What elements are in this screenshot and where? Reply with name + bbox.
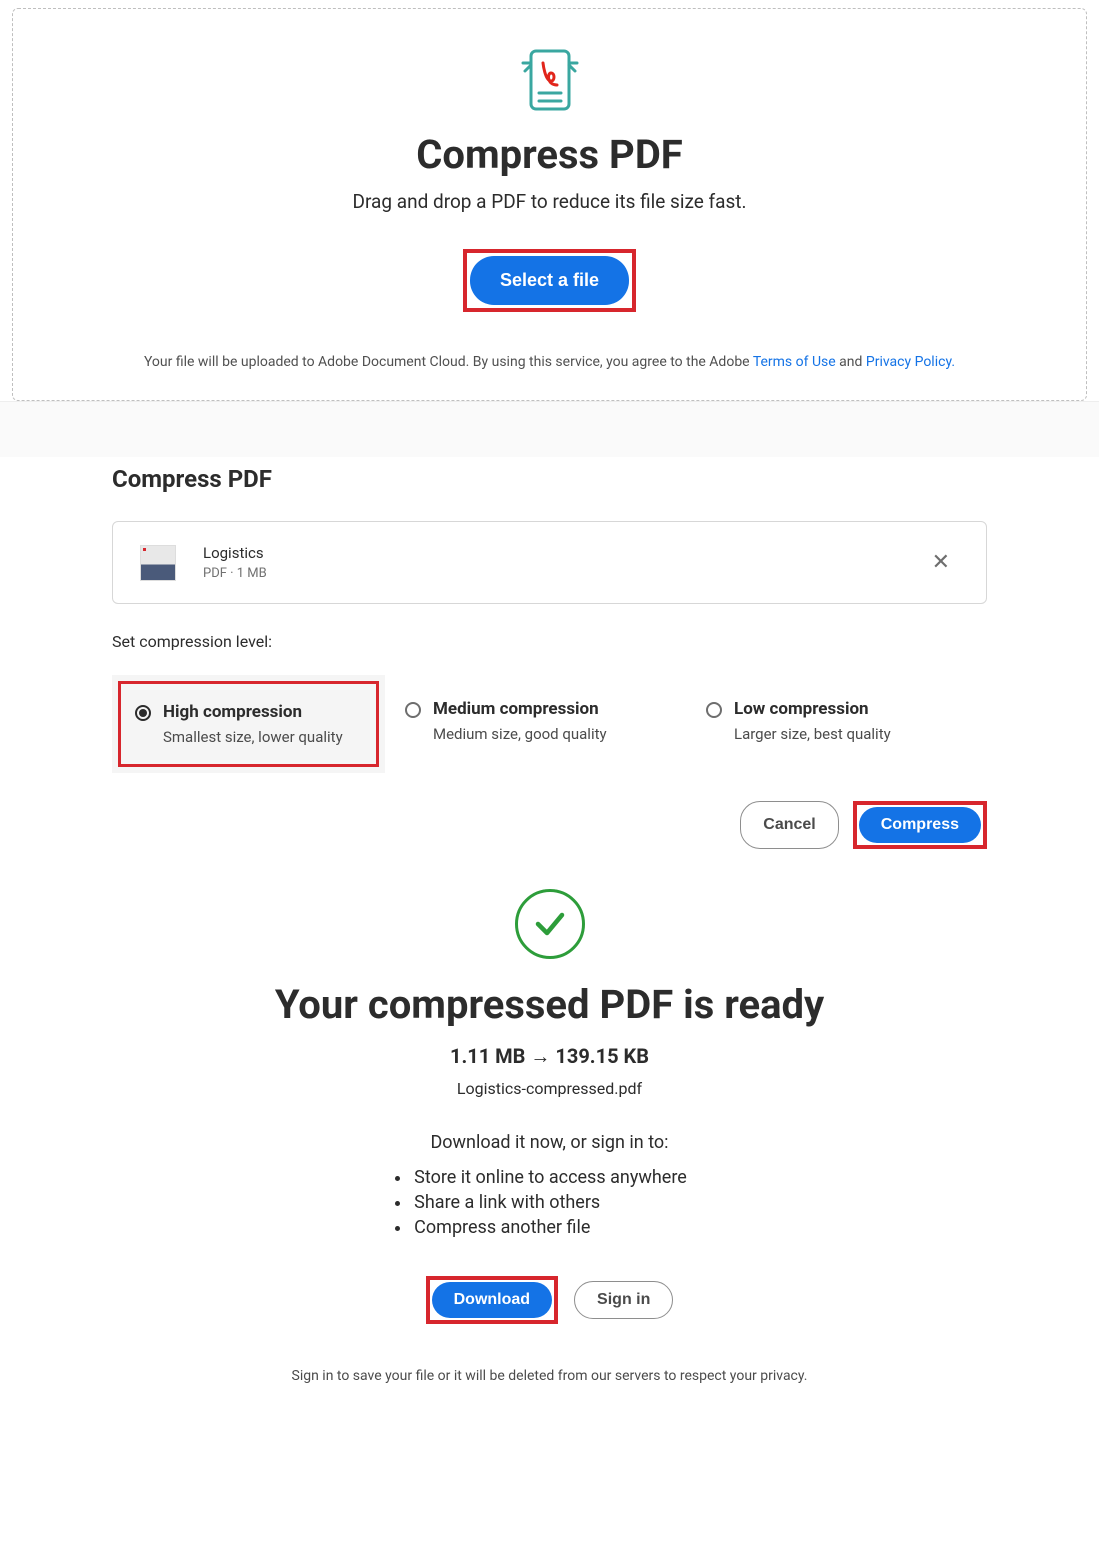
compress-button[interactable]: Compress bbox=[859, 807, 981, 843]
radio-icon bbox=[135, 705, 151, 721]
sign-in-button[interactable]: Sign in bbox=[574, 1281, 673, 1319]
radio-icon bbox=[405, 702, 421, 718]
file-name: Logistics bbox=[203, 544, 267, 562]
section-divider bbox=[0, 401, 1099, 457]
download-button[interactable]: Download bbox=[432, 1282, 552, 1318]
result-heading: Your compressed PDF is ready bbox=[60, 981, 1039, 1028]
option-high-compression[interactable]: High compression Smallest size, lower qu… bbox=[112, 675, 385, 773]
select-file-highlight: Select a file bbox=[463, 249, 636, 312]
legal-text: Your file will be uploaded to Adobe Docu… bbox=[33, 354, 1066, 370]
legal-prefix: Your file will be uploaded to Adobe Docu… bbox=[144, 354, 753, 370]
option-medium-compression[interactable]: Medium compression Medium size, good qua… bbox=[385, 675, 686, 773]
benefit-list: Store it online to access anywhere Share… bbox=[412, 1163, 687, 1242]
compression-level-label: Set compression level: bbox=[112, 632, 987, 651]
radio-icon bbox=[706, 702, 722, 718]
compress-button-highlight: Compress bbox=[853, 801, 987, 849]
legal-and: and bbox=[836, 354, 866, 370]
dropzone-title: Compress PDF bbox=[33, 131, 1066, 178]
privacy-policy-link[interactable]: Privacy Policy. bbox=[866, 354, 955, 370]
option-title: Medium compression bbox=[433, 699, 607, 719]
select-file-button[interactable]: Select a file bbox=[470, 256, 629, 305]
option-low-compression[interactable]: Low compression Larger size, best qualit… bbox=[686, 675, 987, 773]
dropzone-subtitle: Drag and drop a PDF to reduce its file s… bbox=[33, 190, 1066, 213]
dropzone-panel[interactable]: Compress PDF Drag and drop a PDF to redu… bbox=[12, 8, 1087, 401]
success-check-icon bbox=[515, 889, 585, 959]
list-item: Compress another file bbox=[412, 1217, 687, 1238]
terms-of-use-link[interactable]: Terms of Use bbox=[753, 354, 836, 370]
file-meta: PDF · 1 MB bbox=[203, 566, 267, 581]
settings-panel: Compress PDF Logistics PDF · 1 MB ✕ Set … bbox=[0, 457, 1099, 849]
list-item: Store it online to access anywhere bbox=[412, 1167, 687, 1188]
settings-heading: Compress PDF bbox=[112, 457, 987, 493]
cancel-button[interactable]: Cancel bbox=[740, 801, 838, 849]
remove-file-button[interactable]: ✕ bbox=[924, 546, 958, 579]
result-actions: Download Sign in bbox=[60, 1276, 1039, 1324]
compression-options: High compression Smallest size, lower qu… bbox=[112, 675, 987, 773]
result-panel: Your compressed PDF is ready 1.11 MB → 1… bbox=[0, 889, 1099, 1444]
file-thumbnail bbox=[141, 546, 175, 580]
file-card: Logistics PDF · 1 MB ✕ bbox=[112, 521, 987, 604]
size-reduction: 1.11 MB → 139.15 KB bbox=[60, 1044, 1039, 1069]
list-item: Share a link with others bbox=[412, 1192, 687, 1213]
result-filename: Logistics-compressed.pdf bbox=[60, 1079, 1039, 1098]
settings-actions: Cancel Compress bbox=[112, 801, 987, 849]
option-title: Low compression bbox=[734, 699, 891, 719]
option-desc: Smallest size, lower quality bbox=[163, 728, 343, 746]
privacy-note: Sign in to save your file or it will be … bbox=[60, 1368, 1039, 1384]
download-prompt: Download it now, or sign in to: bbox=[60, 1132, 1039, 1153]
download-button-highlight: Download bbox=[426, 1276, 558, 1324]
compress-pdf-icon bbox=[33, 49, 1066, 111]
option-desc: Medium size, good quality bbox=[433, 725, 607, 743]
option-title: High compression bbox=[163, 702, 343, 722]
option-desc: Larger size, best quality bbox=[734, 725, 891, 743]
